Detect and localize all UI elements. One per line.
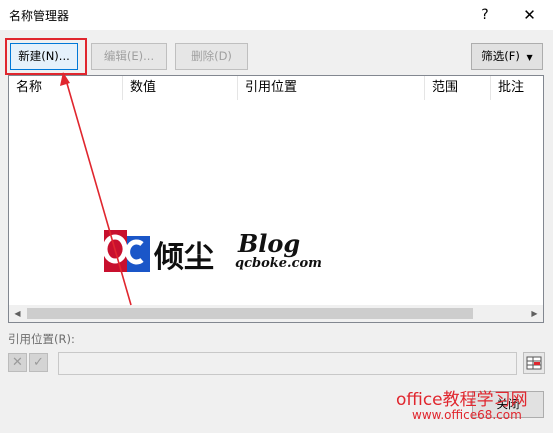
highlight-box [5,38,87,75]
column-header-comment[interactable]: 批注 [491,76,543,100]
confirm-edit-button[interactable]: ✓ [29,353,48,372]
site-url-watermark: www.office68.com [412,408,522,422]
scrollbar-thumb[interactable] [27,308,473,319]
blog-domain: qcboke.com [235,256,322,271]
filter-button[interactable]: 筛选(F) ▼ [471,43,543,70]
delete-button[interactable]: 删除(D) [175,43,248,70]
column-header-refers-to[interactable]: 引用位置 [238,76,425,100]
scroll-right-icon[interactable]: ▶ [526,305,543,322]
window-close-button[interactable]: ✕ [506,0,553,30]
scroll-left-icon[interactable]: ◀ [9,305,26,322]
cancel-edit-button[interactable]: ✕ [8,353,27,372]
refers-to-input[interactable] [58,352,517,375]
window-title: 名称管理器 [9,9,70,23]
check-icon: ✓ [33,355,44,370]
blog-name: 倾尘 [154,240,214,275]
blog-logo-icon [104,230,150,272]
filter-label: 筛选(F) [481,49,520,63]
collapse-dialog-button[interactable] [523,352,545,374]
range-select-icon [526,356,542,370]
close-icon: ✕ [523,6,536,24]
horizontal-scrollbar[interactable]: ◀ ▶ [9,305,543,322]
help-button[interactable]: ? [464,0,506,30]
question-icon: ? [481,7,489,23]
names-list[interactable]: 名称 数值 引用位置 范围 批注 ◀ ▶ [8,75,544,323]
blog-word: Blog [238,229,301,258]
column-header-value[interactable]: 数值 [123,76,238,100]
column-header-name[interactable]: 名称 [9,76,123,100]
title-bar: 名称管理器 ? ✕ [0,0,553,30]
x-icon: ✕ [12,355,23,370]
edit-button[interactable]: 编辑(E)... [91,43,167,70]
site-watermark: office教程学习网 [396,390,528,410]
column-header-scope[interactable]: 范围 [425,76,491,100]
dropdown-arrow-icon: ▼ [526,53,533,62]
refers-to-label: 引用位置(R): [8,332,75,346]
list-header: 名称 数值 引用位置 范围 批注 [9,76,543,100]
